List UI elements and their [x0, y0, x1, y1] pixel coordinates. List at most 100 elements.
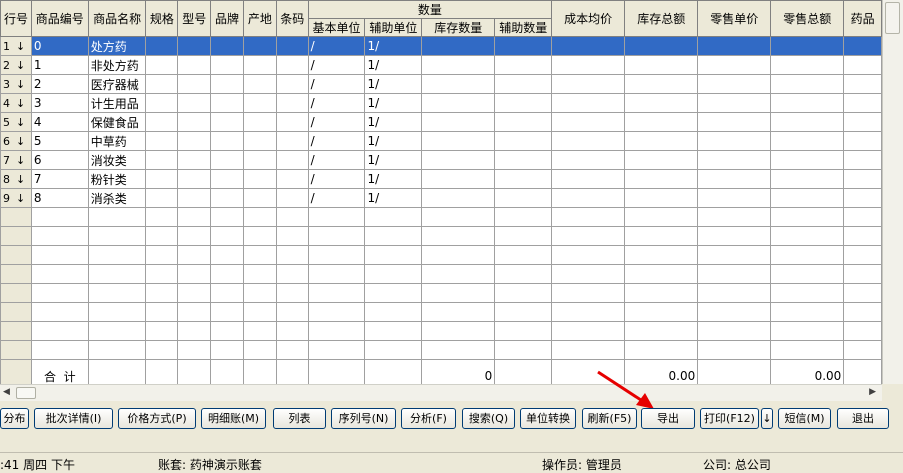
- row-number[interactable]: 8 ↓: [0, 169, 32, 189]
- empty-cell[interactable]: [87, 302, 147, 322]
- aux-quantity-cell[interactable]: [494, 169, 553, 189]
- cost-average-cell[interactable]: [551, 93, 626, 113]
- cost-average-cell[interactable]: [551, 169, 626, 189]
- product-name-cell[interactable]: 消妆类: [87, 150, 147, 170]
- serial-number-button[interactable]: 序列号(N): [331, 408, 396, 429]
- stock-quantity-cell[interactable]: [421, 36, 496, 56]
- origin-cell[interactable]: [242, 93, 277, 113]
- empty-cell[interactable]: [307, 302, 366, 322]
- barcode-cell[interactable]: [275, 55, 309, 75]
- drug-cell[interactable]: [843, 188, 882, 208]
- header-brand[interactable]: 品牌: [210, 0, 244, 37]
- brand-cell[interactable]: [210, 93, 244, 113]
- stock-quantity-cell[interactable]: [421, 188, 496, 208]
- table-row[interactable]: 2 ↓ 1 非处方药/1/: [0, 55, 882, 75]
- empty-cell[interactable]: [145, 283, 179, 303]
- base-unit-cell[interactable]: /: [307, 36, 366, 56]
- product-code-cell[interactable]: 8: [30, 188, 89, 208]
- base-unit-cell[interactable]: /: [307, 131, 366, 151]
- empty-cell[interactable]: [210, 207, 244, 227]
- aux-quantity-cell[interactable]: [494, 131, 553, 151]
- empty-cell[interactable]: [843, 264, 882, 284]
- empty-cell[interactable]: [770, 226, 845, 246]
- empty-cell[interactable]: [697, 207, 772, 227]
- empty-cell[interactable]: [275, 207, 309, 227]
- empty-cell[interactable]: [770, 340, 845, 360]
- spec-cell[interactable]: [145, 93, 179, 113]
- empty-cell[interactable]: [210, 340, 244, 360]
- empty-cell[interactable]: [30, 245, 89, 265]
- retail-price-cell[interactable]: [697, 93, 772, 113]
- brand-cell[interactable]: [210, 131, 244, 151]
- spec-cell[interactable]: [145, 188, 179, 208]
- row-expand-arrow-icon[interactable]: ↓: [16, 116, 25, 129]
- drug-cell[interactable]: [843, 131, 882, 151]
- empty-cell[interactable]: [843, 283, 882, 303]
- print-button[interactable]: 打印(F12): [700, 408, 759, 429]
- header-row-no[interactable]: 行号: [0, 0, 32, 37]
- aux-quantity-cell[interactable]: [494, 188, 553, 208]
- empty-cell[interactable]: [177, 302, 212, 322]
- empty-cell[interactable]: [275, 264, 309, 284]
- empty-cell[interactable]: [87, 226, 147, 246]
- stock-total-cell[interactable]: [624, 131, 699, 151]
- row-number[interactable]: [0, 207, 32, 227]
- drug-cell[interactable]: [843, 74, 882, 94]
- vertical-scrollbar[interactable]: [882, 0, 903, 384]
- brand-cell[interactable]: [210, 169, 244, 189]
- empty-row[interactable]: [0, 340, 882, 360]
- header-barcode[interactable]: 条码: [275, 0, 309, 37]
- base-unit-cell[interactable]: /: [307, 74, 366, 94]
- table-row[interactable]: 1 ↓ 0 处方药/1/: [0, 36, 882, 56]
- retail-price-cell[interactable]: [697, 36, 772, 56]
- aux-unit-cell[interactable]: 1/: [364, 150, 423, 170]
- barcode-cell[interactable]: [275, 112, 309, 132]
- brand-cell[interactable]: [210, 112, 244, 132]
- empty-cell[interactable]: [494, 302, 553, 322]
- empty-cell[interactable]: [551, 207, 626, 227]
- empty-cell[interactable]: [242, 302, 277, 322]
- row-number[interactable]: 6 ↓: [0, 131, 32, 151]
- stock-quantity-cell[interactable]: [421, 55, 496, 75]
- cost-average-cell[interactable]: [551, 36, 626, 56]
- barcode-cell[interactable]: [275, 188, 309, 208]
- model-cell[interactable]: [177, 131, 212, 151]
- empty-cell[interactable]: [210, 264, 244, 284]
- aux-quantity-cell[interactable]: [494, 112, 553, 132]
- product-code-cell[interactable]: 6: [30, 150, 89, 170]
- row-expand-arrow-icon[interactable]: ↓: [16, 192, 25, 205]
- empty-cell[interactable]: [145, 321, 179, 341]
- distribution-button[interactable]: 分布: [0, 408, 29, 429]
- empty-cell[interactable]: [275, 245, 309, 265]
- empty-cell[interactable]: [307, 226, 366, 246]
- empty-cell[interactable]: [624, 321, 699, 341]
- empty-cell[interactable]: [697, 321, 772, 341]
- model-cell[interactable]: [177, 169, 212, 189]
- drug-cell[interactable]: [843, 36, 882, 56]
- origin-cell[interactable]: [242, 188, 277, 208]
- spec-cell[interactable]: [145, 74, 179, 94]
- empty-cell[interactable]: [177, 321, 212, 341]
- empty-cell[interactable]: [87, 245, 147, 265]
- empty-cell[interactable]: [145, 245, 179, 265]
- header-aux-unit[interactable]: 辅助单位: [364, 18, 423, 37]
- stock-total-cell[interactable]: [624, 93, 699, 113]
- empty-cell[interactable]: [210, 245, 244, 265]
- refresh-button[interactable]: 刷新(F5): [582, 408, 637, 429]
- empty-row[interactable]: [0, 245, 882, 265]
- aux-unit-cell[interactable]: 1/: [364, 93, 423, 113]
- empty-cell[interactable]: [494, 321, 553, 341]
- empty-cell[interactable]: [494, 264, 553, 284]
- product-name-cell[interactable]: 保健食品: [87, 112, 147, 132]
- retail-total-cell[interactable]: [770, 74, 845, 94]
- row-number[interactable]: [0, 302, 32, 322]
- barcode-cell[interactable]: [275, 150, 309, 170]
- header-drug[interactable]: 药品: [843, 0, 882, 37]
- spec-cell[interactable]: [145, 55, 179, 75]
- table-row[interactable]: 3 ↓ 2 医疗器械/1/: [0, 74, 882, 94]
- row-expand-arrow-icon[interactable]: ↓: [16, 97, 25, 110]
- retail-total-cell[interactable]: [770, 112, 845, 132]
- row-expand-arrow-icon[interactable]: ↓: [16, 173, 25, 186]
- origin-cell[interactable]: [242, 74, 277, 94]
- empty-cell[interactable]: [494, 226, 553, 246]
